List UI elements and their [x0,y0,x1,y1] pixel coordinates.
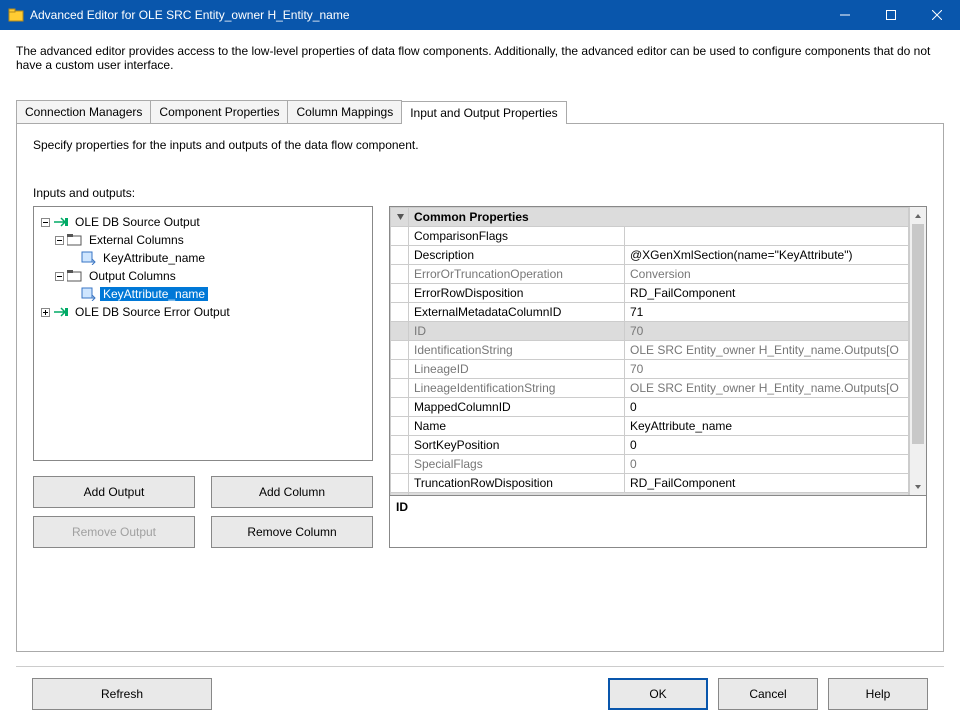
scroll-down-icon[interactable] [910,478,926,495]
grid-val[interactable]: 0 [625,398,909,417]
grid-val[interactable]: 71 [625,303,909,322]
grid-val: 0 [625,455,909,474]
tab-component-properties[interactable]: Component Properties [150,100,288,123]
grid-val[interactable]: RD_FailComponent [625,284,909,303]
window-title: Advanced Editor for OLE SRC Entity_owner… [30,8,822,22]
collapse-icon[interactable] [391,493,409,496]
output-icon [53,304,69,320]
grid-name[interactable]: Description [409,246,625,265]
grid-name: ErrorOrTruncationOperation [409,265,625,284]
collapse-icon[interactable] [391,208,409,227]
grid-val[interactable]: @XGenXmlSection(name="KeyAttribute") [625,246,909,265]
tab-strip: Connection Managers Component Properties… [16,102,944,124]
property-detail-pane: ID [389,496,927,548]
ok-button[interactable]: OK [608,678,708,710]
grid-name: LineageID [409,360,625,379]
window-description: The advanced editor provides access to t… [0,30,960,90]
app-icon [8,7,24,23]
minimize-button[interactable] [822,0,868,30]
tab-panel: Specify properties for the inputs and ou… [16,124,944,652]
tab-input-output-properties[interactable]: Input and Output Properties [401,101,566,124]
grid-name[interactable]: MappedColumnID [409,398,625,417]
maximize-button[interactable] [868,0,914,30]
tree-node-ole-source-output[interactable]: OLE DB Source Output [72,215,203,229]
grid-name: ID [409,322,625,341]
grid-name[interactable]: ExternalMetadataColumnID [409,303,625,322]
grid-name: SpecialFlags [409,455,625,474]
grid-name[interactable]: ErrorRowDisposition [409,284,625,303]
refresh-button[interactable]: Refresh [32,678,212,710]
inputs-outputs-label: Inputs and outputs: [33,186,927,200]
grid-val: OLE SRC Entity_owner H_Entity_name.Outpu… [625,379,909,398]
output-icon [53,214,69,230]
remove-output-button: Remove Output [33,516,195,548]
close-button[interactable] [914,0,960,30]
grid-name[interactable]: TruncationRowDisposition [409,474,625,493]
tree-expand-icon[interactable] [38,308,52,317]
grid-val[interactable]: RD_FailComponent [625,474,909,493]
tree-node-error-output[interactable]: OLE DB Source Error Output [72,305,233,319]
grid-val[interactable]: 0 [625,436,909,455]
property-grid[interactable]: Common Properties ComparisonFlags Descri… [389,206,927,496]
grid-name: IdentificationString [409,341,625,360]
tree-node-output-columns[interactable]: Output Columns [86,269,179,283]
titlebar: Advanced Editor for OLE SRC Entity_owner… [0,0,960,30]
tree-collapse-icon[interactable] [52,236,66,245]
grid-group-common[interactable]: Common Properties [409,208,909,227]
panel-description: Specify properties for the inputs and ou… [33,138,927,152]
column-icon [81,250,97,266]
grid-group-datatype[interactable]: Data Type Properties [409,493,909,496]
folder-icon [67,232,83,248]
tree-node-external-columns[interactable]: External Columns [86,233,187,247]
tab-connection-managers[interactable]: Connection Managers [16,100,151,123]
column-icon [81,286,97,302]
tree-collapse-icon[interactable] [38,218,52,227]
scroll-up-icon[interactable] [910,207,926,224]
tab-column-mappings[interactable]: Column Mappings [287,100,402,123]
grid-name: LineageIdentificationString [409,379,625,398]
add-output-button[interactable]: Add Output [33,476,195,508]
grid-val: Conversion [625,265,909,284]
grid-val: OLE SRC Entity_owner H_Entity_name.Outpu… [625,341,909,360]
grid-name[interactable]: SortKeyPosition [409,436,625,455]
grid-val: 70 [625,322,909,341]
add-column-button[interactable]: Add Column [211,476,373,508]
tree-node-ext-keyattribute[interactable]: KeyAttribute_name [100,251,208,265]
grid-name[interactable]: Name [409,417,625,436]
help-button[interactable]: Help [828,678,928,710]
grid-name[interactable]: ComparisonFlags [409,227,625,246]
grid-val[interactable]: KeyAttribute_name [625,417,909,436]
tree-collapse-icon[interactable] [52,272,66,281]
cancel-button[interactable]: Cancel [718,678,818,710]
grid-scrollbar[interactable] [909,207,926,495]
scroll-thumb[interactable] [912,224,924,444]
tree-node-out-keyattribute[interactable]: KeyAttribute_name [100,287,208,301]
folder-icon [67,268,83,284]
grid-val: 70 [625,360,909,379]
remove-column-button[interactable]: Remove Column [211,516,373,548]
grid-val[interactable] [625,227,909,246]
io-tree[interactable]: OLE DB Source Output External Columns [33,206,373,461]
